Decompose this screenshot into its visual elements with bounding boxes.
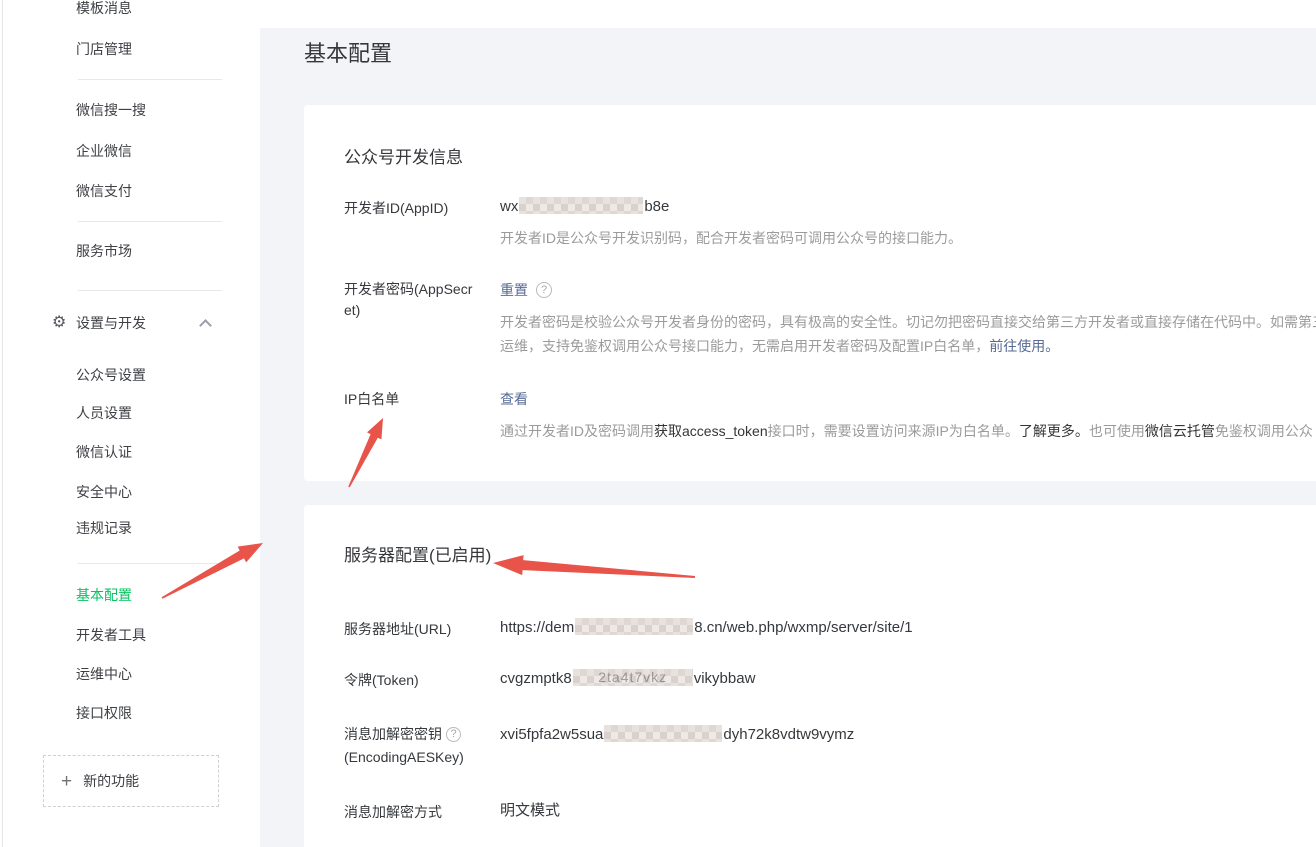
go-use-link[interactable]: 前往使用。 [989,338,1059,354]
sidebar: 模板消息 门店管理 微信搜一搜 企业微信 微信支付 服务市场 ⚙ 设置与开发 公… [0,0,260,847]
appid-label: 开发者ID(AppID) [344,198,448,219]
appsecret-desc-line2: 运维，支持免鉴权调用公众号接口能力，无需启用开发者密码及配置IP白名单，前往使用… [500,334,1316,358]
sidebar-divider [78,290,222,291]
ip-whitelist-action: 查看 [500,389,528,410]
appsecret-description: 开发者密码是校验公众号开发者身份的密码，具有极高的安全性。切记勿把密码直接交给第… [500,310,1316,358]
token-masked-region: 2ta4t7vkz [573,669,693,686]
page-title: 基本配置 [304,36,392,68]
sidebar-item-violation-records[interactable]: 违规记录 [76,518,132,538]
sidebar-item-wechat-verification[interactable]: 微信认证 [76,442,132,462]
aeskey-label-line2: (EncodingAESKey) [344,747,464,768]
help-icon[interactable]: ? [446,727,461,742]
header-strip [260,0,1316,28]
server-url-value: https://dem 8.cn/web.php/wxmp/server/site… [500,618,913,638]
sidebar-edge-line [2,0,3,847]
whitelist-desc-seg2: 接口时，需要设置访问来源IP为白名单。 [768,423,1019,439]
sidebar-item-wechat-search[interactable]: 微信搜一搜 [76,100,146,120]
appid-value: wx b8e [500,197,669,217]
sidebar-item-template-message[interactable]: 模板消息 [76,0,132,18]
server-config-card: 服务器配置(已启用) 服务器地址(URL) https://dem 8.cn/we… [304,505,1316,847]
dev-info-card: 公众号开发信息 开发者ID(AppID) wx b8e 开发者ID是公众号开发识别… [304,105,1316,481]
sidebar-item-ops-center[interactable]: 运维中心 [76,664,132,684]
sidebar-item-store-management[interactable]: 门店管理 [76,39,132,59]
whitelist-desc-seg1: 通过开发者ID及密码调用 [500,423,654,439]
whitelist-desc-seg3: 也可使用 [1089,423,1145,439]
appid-masked-region [519,197,643,214]
whitelist-desc-seg4: 免鉴权调用公众 [1215,423,1313,439]
appid-description: 开发者ID是公众号开发识别码，配合开发者密码可调用公众号的接口能力。 [500,228,962,248]
aeskey-label-line1-row: 消息加解密密钥 ? [344,724,461,745]
plus-icon: + [61,772,72,791]
appsecret-label: 开发者密码(AppSecret) [344,279,476,321]
view-link[interactable]: 查看 [500,391,528,407]
token-label: 令牌(Token) [344,670,419,691]
sidebar-divider [78,221,222,222]
server-url-suffix: 8.cn/web.php/wxmp/server/site/1 [694,619,912,636]
aeskey-suffix: dyh72k8vdtw9vymz [723,726,854,743]
appid-value-prefix: wx [500,198,518,215]
server-url-prefix: https://dem [500,619,574,636]
aeskey-value: xvi5fpfa2w5sua dyh72k8vdtw9vymz [500,725,854,745]
aeskey-prefix: xvi5fpfa2w5sua [500,726,603,743]
appsecret-actions: 重置 ? [500,280,552,300]
ip-whitelist-description: 通过开发者ID及密码调用获取access_token接口时，需要设置访问来源IP… [500,421,1313,441]
encrypt-mode-value: 明文模式 [500,801,560,821]
token-value: cvgzmptk82ta4t7vkzvikybbaw [500,669,755,689]
sidebar-item-basic-config[interactable]: 基本配置 [76,585,132,605]
appsecret-desc-line1: 开发者密码是校验公众号开发者身份的密码，具有极高的安全性。切记勿把密码直接交给第… [500,310,1316,334]
sidebar-item-api-permissions[interactable]: 接口权限 [76,703,132,723]
new-feature-label: 新的功能 [83,771,139,791]
sidebar-divider [78,79,222,80]
sidebar-item-wecom[interactable]: 企业微信 [76,141,132,161]
chevron-up-icon[interactable] [199,319,212,332]
appid-value-suffix: b8e [644,198,669,215]
help-icon[interactable]: ? [536,282,552,298]
ip-whitelist-label: IP白名单 [344,389,399,410]
sidebar-item-service-market[interactable]: 服务市场 [76,241,132,261]
aeskey-label-line1: 消息加解密密钥 [344,724,442,745]
main-content: 基本配置 公众号开发信息 开发者ID(AppID) wx b8e 开发者ID是公众… [260,0,1316,847]
token-prefix: cvgzmptk8 [500,670,572,687]
sidebar-item-developer-tools[interactable]: 开发者工具 [76,625,146,645]
aeskey-masked-region [604,725,722,742]
token-suffix: vikybbaw [694,670,756,687]
server-url-masked-region [575,618,693,635]
gear-icon: ⚙ [52,313,66,333]
access-token-link[interactable]: 获取access_token [654,423,768,439]
reset-link[interactable]: 重置 [500,280,528,300]
encrypt-mode-label: 消息加解密方式 [344,802,442,823]
sidebar-item-wechat-pay[interactable]: 微信支付 [76,181,132,201]
sidebar-item-account-settings[interactable]: 公众号设置 [76,365,146,385]
cloud-hosting-link[interactable]: 微信云托管 [1145,423,1215,439]
server-url-label: 服务器地址(URL) [344,619,451,640]
sidebar-divider [78,563,222,564]
sidebar-item-staff-settings[interactable]: 人员设置 [76,403,132,423]
new-feature-button[interactable]: + 新的功能 [43,755,219,807]
learn-more-link[interactable]: 了解更多。 [1019,423,1089,439]
server-config-heading: 服务器配置(已启用) [344,541,491,566]
sidebar-item-security-center[interactable]: 安全中心 [76,482,132,502]
sidebar-group-settings-dev[interactable]: 设置与开发 [76,313,146,333]
appsecret-desc-line2-text: 运维，支持免鉴权调用公众号接口能力，无需启用开发者密码及配置IP白名单， [500,338,989,354]
dev-info-heading: 公众号开发信息 [344,143,463,168]
